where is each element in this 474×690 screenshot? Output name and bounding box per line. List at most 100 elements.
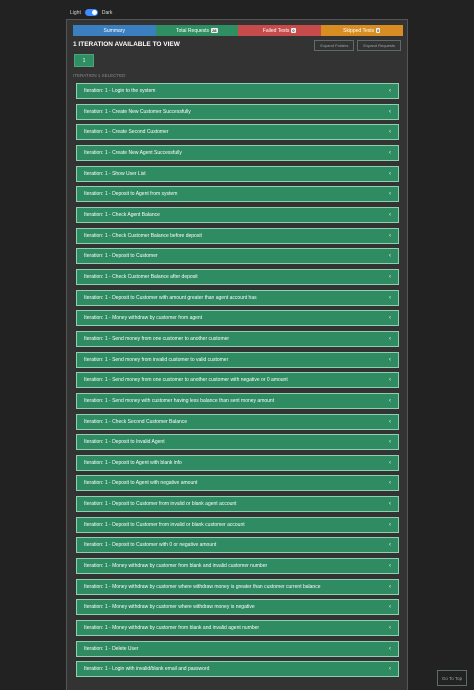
chevron-left-icon: ‹: [389, 501, 391, 508]
theme-switch[interactable]: [84, 9, 98, 16]
request-item-label: Iteration: 1 - Deposit to Agent from sys…: [84, 191, 178, 198]
chevron-left-icon: ‹: [389, 315, 391, 322]
chevron-left-icon: ‹: [389, 88, 391, 94]
chevron-left-icon: ‹: [389, 625, 391, 632]
request-item[interactable]: Iteration: 1 - Money withdraw by custome…: [76, 310, 399, 327]
chevron-left-icon: ‹: [389, 377, 391, 384]
request-item[interactable]: Iteration: 1 - Delete User ‹: [76, 640, 399, 657]
request-item[interactable]: Iteration: 1 - Send money with customer …: [76, 392, 399, 409]
request-item[interactable]: Iteration: 1 - Deposit to Customer from …: [76, 516, 399, 533]
request-item[interactable]: Iteration: 1 - Send money from one custo…: [76, 372, 399, 389]
chevron-left-icon: ‹: [389, 253, 391, 260]
request-item-label: Iteration: 1 - Send money with customer …: [84, 397, 275, 404]
chevron-left-icon: ‹: [389, 211, 391, 218]
chevron-left-icon: ‹: [389, 645, 391, 652]
tab-summary[interactable]: Summary: [73, 25, 156, 36]
request-item[interactable]: Iteration: 1 - Check Agent Balance ‹: [76, 206, 399, 223]
request-item-label: Iteration: 1 - Money withdraw by custome…: [84, 604, 255, 611]
request-item[interactable]: Iteration: 1 - Deposit to Customer from …: [76, 496, 399, 513]
chevron-left-icon: ‹: [389, 149, 391, 156]
request-item-label: Iteration: 1 - Send money from invalid c…: [84, 356, 229, 363]
tab-total-requests-label: Total Requests: [175, 27, 210, 34]
request-item[interactable]: Iteration: 1 - Money withdraw by custome…: [76, 599, 399, 616]
chevron-left-icon: ‹: [389, 356, 391, 363]
request-item-label: Iteration: 1 - Money withdraw by custome…: [84, 563, 268, 570]
request-item[interactable]: Iteration: 1 - Deposit to Agent with bla…: [76, 454, 399, 471]
request-item[interactable]: Iteration: 1 - Money withdraw by custome…: [76, 578, 399, 595]
tab-skipped-tests-label: Skipped Tests: [343, 27, 375, 34]
chevron-left-icon: ‹: [389, 418, 391, 425]
total-requests-badge: 28: [211, 28, 218, 33]
request-item[interactable]: Iteration: 1 - Deposit to Agent with neg…: [76, 475, 399, 492]
failed-tests-badge: 0: [291, 28, 296, 33]
request-item[interactable]: Iteration: 1 - Deposit to Customer with …: [76, 289, 399, 306]
chevron-left-icon: ‹: [389, 666, 391, 673]
request-item[interactable]: Iteration: 1 - Login to the system ‹: [76, 83, 399, 99]
request-item-label: Iteration: 1 - Login with invalid/blank …: [84, 666, 210, 673]
expand-requests-button[interactable]: Expand Requests: [357, 40, 401, 51]
request-item[interactable]: Iteration: 1 - Send money from invalid c…: [76, 351, 399, 368]
request-item-label: Iteration: 1 - Delete User: [84, 645, 139, 652]
request-item-label: Iteration: 1 - Deposit to Customer with …: [84, 294, 257, 301]
tab-skipped-tests[interactable]: Skipped Tests 0: [320, 25, 403, 36]
request-item-label: Iteration: 1 - Deposit to Customer: [84, 253, 158, 260]
request-item-label: Iteration: 1 - Show User List: [84, 170, 146, 177]
request-item-label: Iteration: 1 - Deposit to Customer from …: [84, 521, 245, 528]
request-item[interactable]: Iteration: 1 - Create New Agent Successf…: [76, 144, 399, 161]
request-item-label: Iteration: 1 - Create Second Customer: [84, 129, 169, 136]
request-item-label: Iteration: 1 - Deposit to Agent with bla…: [84, 459, 182, 466]
chevron-left-icon: ‹: [389, 294, 391, 301]
request-item[interactable]: Iteration: 1 - Check Customer Balance af…: [76, 268, 399, 285]
request-item-label: Iteration: 1 - Send money from one custo…: [84, 335, 230, 342]
request-item[interactable]: Iteration: 1 - Check Second Customer Bal…: [76, 413, 399, 430]
request-item-label: Iteration: 1 - Login to the system: [84, 88, 156, 94]
tab-total-requests[interactable]: Total Requests 28: [155, 25, 238, 36]
request-item[interactable]: Iteration: 1 - Show User List ‹: [76, 165, 399, 182]
request-item-label: Iteration: 1 - Check Agent Balance: [84, 211, 160, 218]
iteration-1-button[interactable]: 1: [74, 54, 94, 67]
light-label: Light: [70, 9, 81, 16]
request-item[interactable]: Iteration: 1 - Check Customer Balance be…: [76, 227, 399, 244]
request-item[interactable]: Iteration: 1 - Money withdraw by custome…: [76, 620, 399, 637]
chevron-left-icon: ‹: [389, 232, 391, 239]
request-item-label: Iteration: 1 - Money withdraw by custome…: [84, 583, 321, 590]
tab-summary-label: Summary: [103, 27, 125, 34]
request-item[interactable]: Iteration: 1 - Deposit to Customer ‹: [76, 248, 399, 265]
tab-failed-tests[interactable]: Failed Tests 0: [238, 25, 321, 36]
request-item-label: Iteration: 1 - Deposit to Invalid Agent: [84, 439, 165, 446]
request-item-label: Iteration: 1 - Check Customer Balance be…: [84, 232, 202, 239]
expand-buttons: Expand Folders Expand Requests: [314, 40, 401, 51]
expand-folders-button[interactable]: Expand Folders: [314, 40, 355, 51]
chevron-left-icon: ‹: [389, 521, 391, 528]
request-item[interactable]: Iteration: 1 - Money withdraw by custome…: [76, 558, 399, 575]
summary-tabs: Summary Total Requests 28 Failed Tests 0…: [73, 25, 403, 36]
request-item[interactable]: Iteration: 1 - Deposit to Customer with …: [76, 537, 399, 554]
chevron-left-icon: ‹: [389, 604, 391, 611]
chevron-left-icon: ‹: [389, 480, 391, 487]
chevron-left-icon: ‹: [389, 397, 391, 404]
iteration-header: 1 ITERATION AVAILABLE TO VIEW: [73, 41, 180, 48]
request-item[interactable]: Iteration: 1 - Deposit to Invalid Agent ‹: [76, 434, 399, 451]
dark-label: Dark: [101, 9, 113, 16]
chevron-left-icon: ‹: [389, 170, 391, 177]
request-item-label: Iteration: 1 - Deposit to Agent with neg…: [84, 480, 198, 487]
request-item-label: Iteration: 1 - Check Customer Balance af…: [84, 273, 198, 280]
request-item[interactable]: Iteration: 1 - Create New Customer Succe…: [76, 103, 399, 120]
chevron-left-icon: ‹: [389, 439, 391, 446]
request-item-label: Iteration: 1 - Check Second Customer Bal…: [84, 418, 188, 425]
request-item[interactable]: Iteration: 1 - Deposit to Agent from sys…: [76, 186, 399, 203]
request-item[interactable]: Iteration: 1 - Login with invalid/blank …: [76, 661, 399, 678]
request-item-label: Iteration: 1 - Money withdraw by custome…: [84, 625, 260, 632]
chevron-left-icon: ‹: [389, 563, 391, 570]
request-item-label: Iteration: 1 - Send money from one custo…: [84, 377, 288, 384]
request-item[interactable]: Iteration: 1 - Create Second Customer ‹: [76, 124, 399, 141]
chevron-left-icon: ‹: [389, 335, 391, 342]
chevron-left-icon: ‹: [389, 542, 391, 549]
chevron-left-icon: ‹: [389, 583, 391, 590]
chevron-left-icon: ‹: [389, 191, 391, 198]
go-to-top-button[interactable]: Go To Top: [437, 670, 467, 686]
chevron-left-icon: ‹: [389, 459, 391, 466]
chevron-left-icon: ‹: [389, 108, 391, 115]
request-item-label: Iteration: 1 - Deposit to Customer with …: [84, 542, 217, 549]
request-item[interactable]: Iteration: 1 - Send money from one custo…: [76, 330, 399, 347]
